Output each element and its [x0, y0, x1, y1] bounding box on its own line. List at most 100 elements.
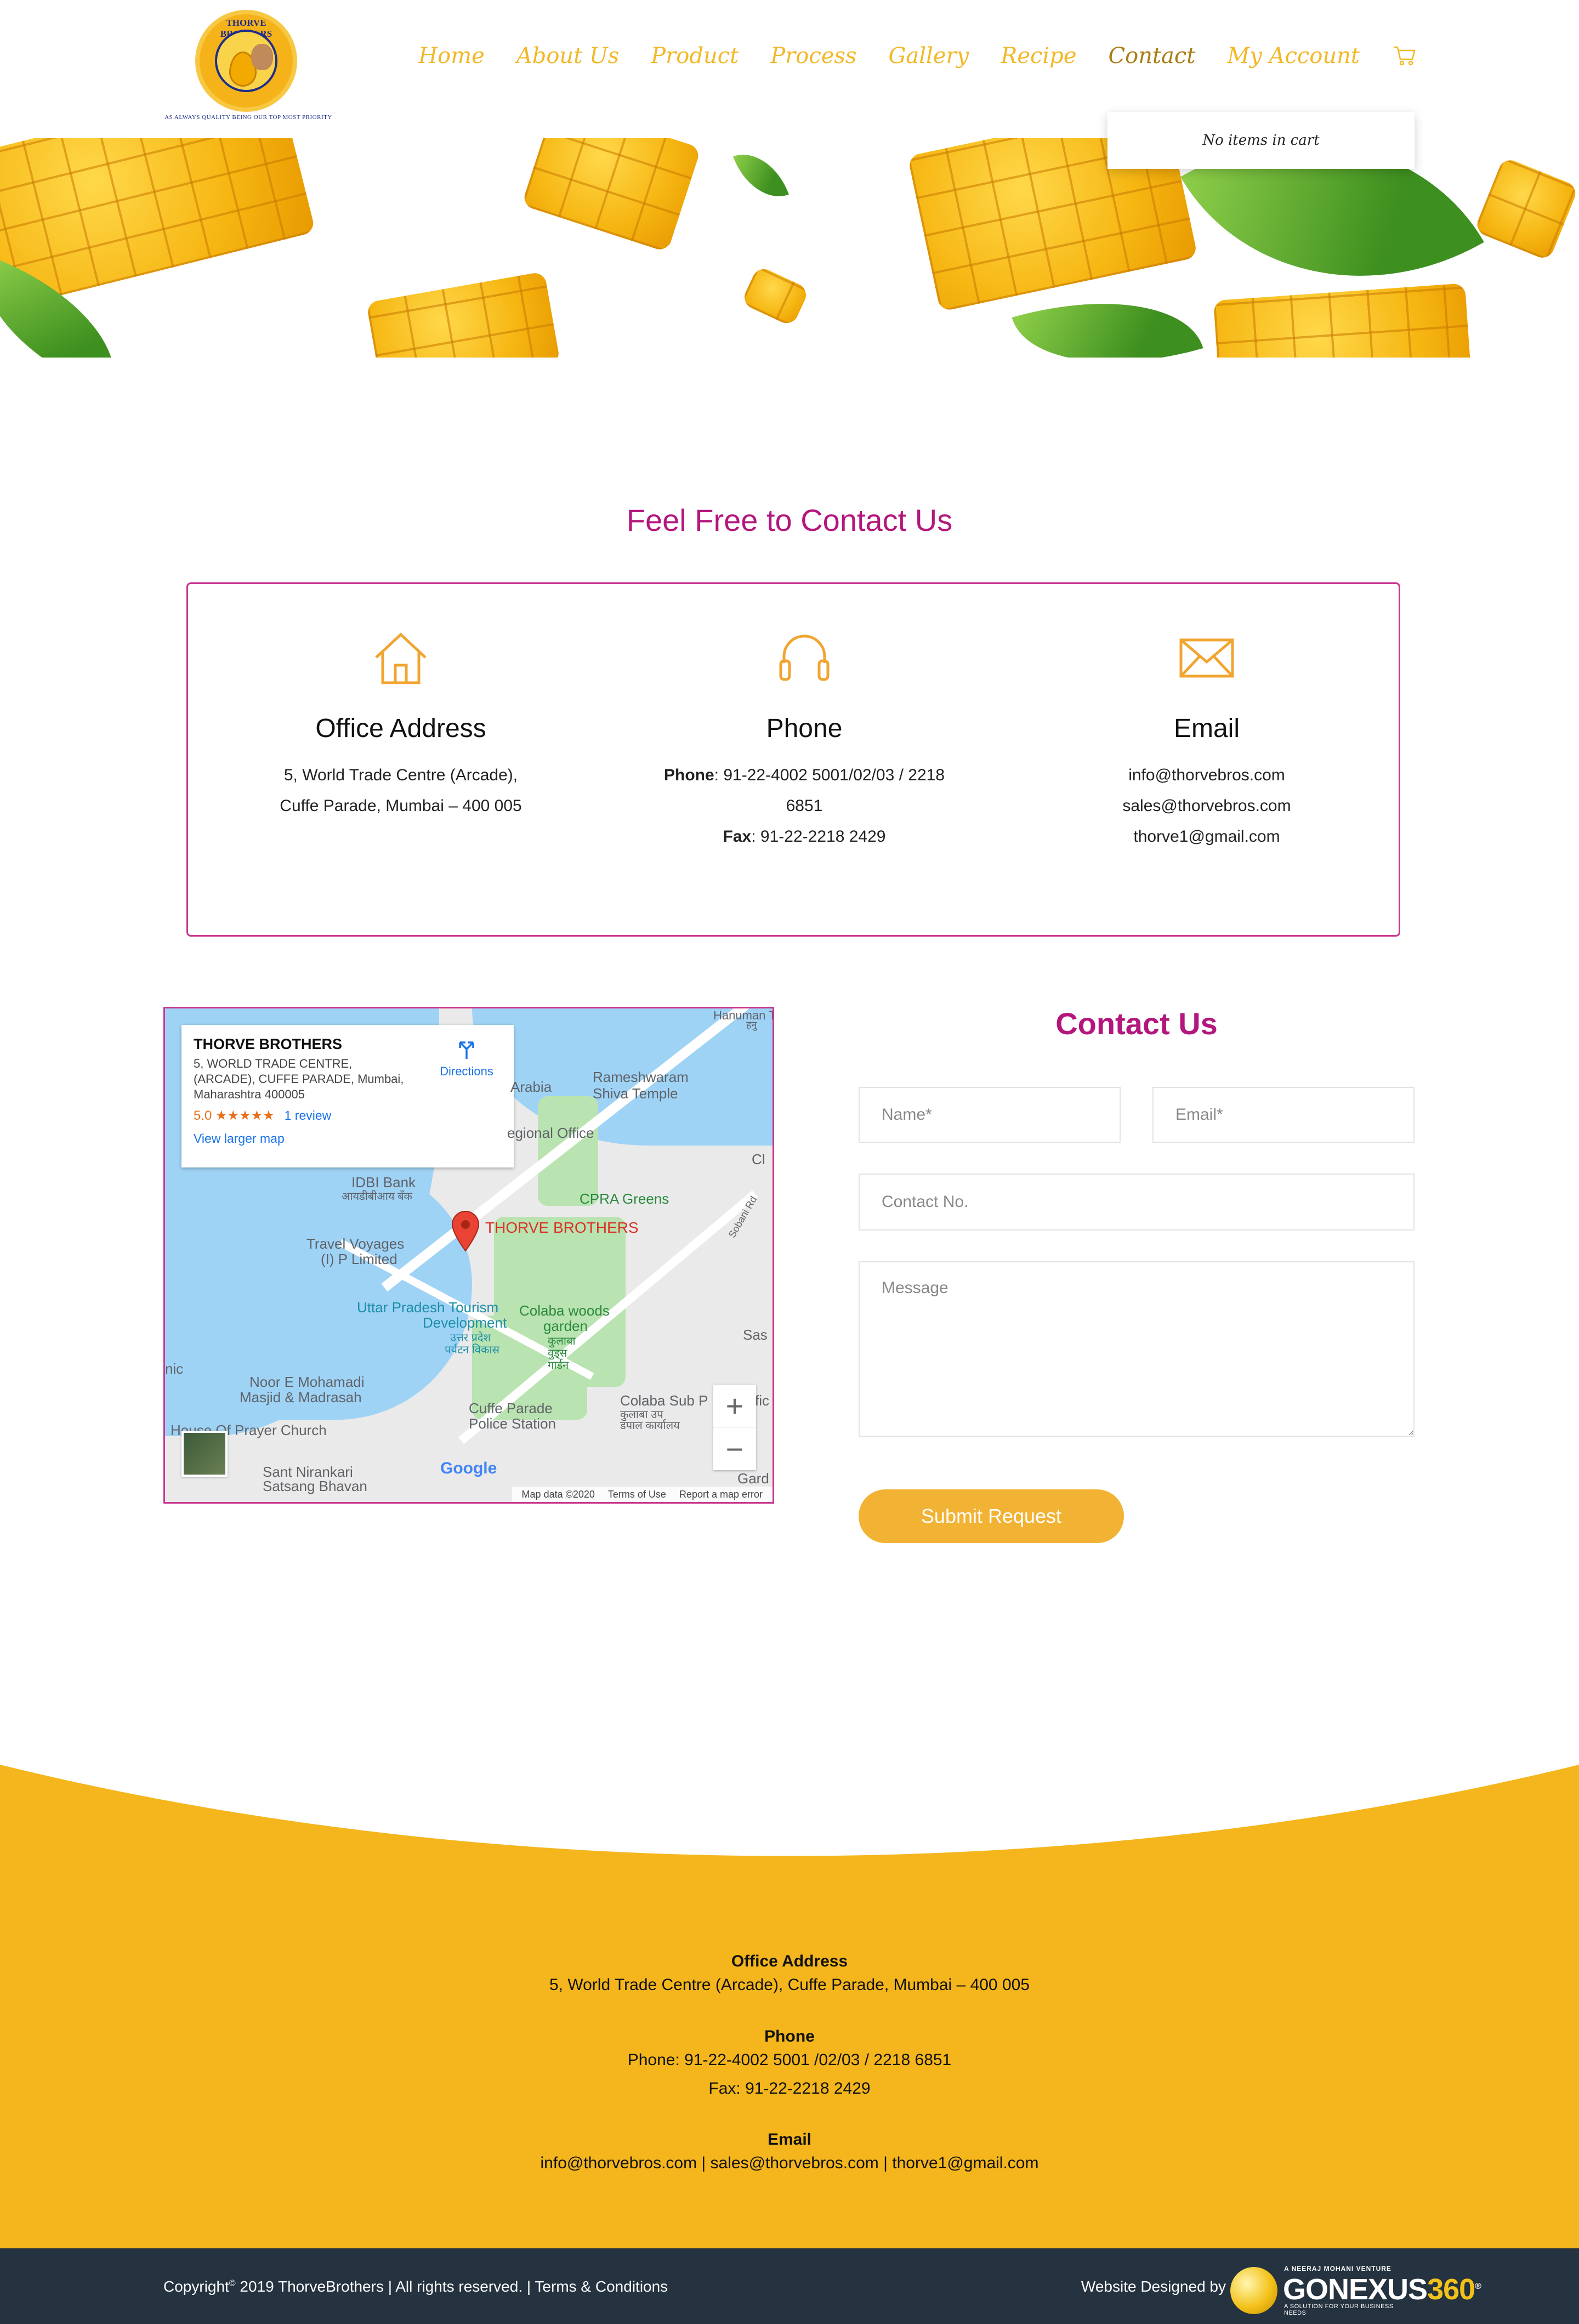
designed-by: Website Designed by A NEERAJ MOHANI VENT… [1081, 2261, 1481, 2316]
footer-email: Email info@thorvebros.com | sales@thorve… [0, 2130, 1579, 2178]
map-report-link[interactable]: Report a map error [679, 1489, 763, 1500]
nav-contact[interactable]: Contact [1109, 43, 1196, 69]
office-line: Cuffe Parade, Mumbai – 400 005 [280, 797, 522, 815]
map-data-text: Map data ©2020 [521, 1488, 595, 1500]
phone-line-cont: 6851 [786, 797, 823, 815]
map-pin-label: THORVE BROTHERS [485, 1219, 639, 1236]
hero-banner [0, 138, 1579, 358]
map-pin-icon[interactable] [450, 1209, 481, 1252]
directions-label: Directions [440, 1064, 493, 1078]
map-label: Uttar Pradesh Tourism [357, 1299, 499, 1316]
nav-product[interactable]: Product [651, 43, 739, 69]
map-label: Noor E Mohamadi [249, 1374, 365, 1390]
map-label: Shiva Temple [593, 1085, 678, 1102]
leaf-image [733, 143, 789, 208]
rating-stars: 5.0 ★★★★★ [194, 1108, 275, 1123]
gonexus-logo[interactable]: A NEERAJ MOHANI VENTURE GONEXUS360® A SO… [1230, 2261, 1481, 2316]
map-label: हनु [746, 1019, 757, 1030]
gonexus-word: GONEXUS360® [1283, 2272, 1481, 2306]
map-info-card: THORVE BROTHERS 5, WORLD TRADE CENTRE, (… [181, 1025, 514, 1167]
map-card-address: 5, WORLD TRADE CENTRE, (ARCADE), CUFFE P… [194, 1057, 404, 1101]
copyright-pre: Copyright [163, 2278, 229, 2295]
phone-column: Phone Phone: 91-22-4002 5001/02/03 / 221… [634, 628, 974, 852]
footer-office-line: 5, World Trade Centre (Arcade), Cuffe Pa… [549, 1976, 1030, 1994]
office-line: 5, World Trade Centre (Arcade), [283, 766, 518, 784]
map-label: Colaba woods [519, 1302, 610, 1319]
farmer-icon [251, 44, 273, 70]
directions-icon [459, 1041, 474, 1059]
cart-icon[interactable] [1393, 45, 1417, 67]
email-line[interactable]: info@thorvebros.com [1037, 760, 1377, 791]
map-label: Satsang Bhavan [263, 1478, 367, 1494]
email-line[interactable]: sales@thorvebros.com [1037, 791, 1377, 821]
nav-recipe[interactable]: Recipe [1001, 43, 1076, 69]
gonexus-ball-icon [1230, 2267, 1277, 2314]
map-label: Police Station [469, 1415, 556, 1432]
logo-badge-inner [215, 30, 277, 92]
gonexus-sub: A SOLUTION FOR YOUR BUSINESS NEEDS [1284, 2303, 1394, 2316]
cart-dropdown: No items in cart [1107, 112, 1415, 169]
site-header: THORVE BROTHERS AS ALWAYS QUALITY BEING … [0, 0, 1579, 169]
fax-value: : 91-22-2218 2429 [751, 827, 886, 846]
mango-image [740, 265, 810, 327]
email-column: Email info@thorvebros.com sales@thorvebr… [1037, 628, 1377, 852]
map-label: Cuffe Parade [469, 1400, 553, 1416]
google-map[interactable]: THORVE BROTHERS 5, WORLD TRADE CENTRE, (… [163, 1007, 774, 1504]
form-title: Contact Us [1055, 1006, 1218, 1041]
nav-my-account[interactable]: My Account [1227, 43, 1360, 69]
section-title: Feel Free to Contact Us [626, 503, 953, 537]
footer-office: Office Address 5, World Trade Centre (Ar… [0, 1952, 1579, 1999]
map-zoom-control: + − [713, 1385, 756, 1470]
copyright-text: Copyright© 2019 ThorveBrothers | All rig… [163, 2278, 668, 2295]
contact-info-box: Office Address 5, World Trade Centre (Ar… [186, 582, 1400, 937]
nav-about-us[interactable]: About Us [516, 43, 619, 69]
map-label: डपाल कार्यालय [620, 1420, 680, 1432]
footer-email-heading: Email [767, 2130, 812, 2149]
map-label: आयडीबीआय बँक [342, 1191, 412, 1203]
name-input[interactable] [859, 1087, 1121, 1143]
map-label: Development [423, 1314, 507, 1331]
gonexus-word-a: GONEXUS [1283, 2273, 1428, 2306]
gonexus-reg: ® [1475, 2282, 1481, 2291]
brand-logo[interactable]: THORVE BROTHERS AS ALWAYS QUALITY BEING … [163, 10, 333, 125]
gonexus-top: A NEERAJ MOHANI VENTURE [1284, 2265, 1391, 2272]
map-label: Gard [737, 1470, 769, 1487]
zoom-out-button[interactable]: − [713, 1427, 756, 1470]
map-terms-link[interactable]: Terms of Use [608, 1489, 666, 1500]
view-larger-map-link[interactable]: View larger map [194, 1131, 285, 1146]
phone-heading: Phone [766, 714, 843, 743]
directions-button[interactable]: Directions [434, 1037, 499, 1079]
house-icon [375, 632, 427, 684]
logo-badge: THORVE BROTHERS [195, 10, 297, 112]
map-label: Masjid & Madrasah [240, 1389, 362, 1405]
map-card-rating: 5.0 ★★★★★ 1 review [194, 1108, 502, 1124]
message-textarea[interactable] [859, 1261, 1415, 1437]
nav-gallery[interactable]: Gallery [888, 43, 969, 69]
email-heading: Email [1173, 714, 1240, 743]
map-label: (I) P Limited [321, 1251, 397, 1267]
nav-home[interactable]: Home [418, 43, 485, 69]
email-input[interactable] [1152, 1087, 1415, 1143]
phone-line: Phone: 91-22-4002 5001/02/03 / 2218 [634, 760, 974, 791]
zoom-in-button[interactable]: + [713, 1385, 756, 1427]
footer-email-line[interactable]: info@thorvebros.com | sales@thorvebros.c… [0, 2149, 1579, 2178]
footer-office-heading: Office Address [731, 1952, 848, 1970]
review-link[interactable]: 1 review [285, 1108, 332, 1123]
contact-number-input[interactable] [859, 1174, 1415, 1231]
map-label: पर्यटन विकास [445, 1344, 500, 1356]
envelope-icon [1179, 638, 1234, 678]
mango-image [1474, 156, 1579, 262]
phone-lines: Phone: 91-22-4002 5001/02/03 / 2218 6851… [634, 760, 974, 852]
email-line[interactable]: thorve1@gmail.com [1037, 821, 1377, 852]
satellite-toggle[interactable] [181, 1431, 228, 1477]
nav-process[interactable]: Process [770, 43, 856, 69]
map-label: nic [165, 1361, 184, 1377]
footer-wave [0, 1733, 1579, 1856]
phone-value: : 91-22-4002 5001/02/03 / 2218 [714, 766, 945, 784]
gonexus-word-b: 360 [1427, 2273, 1475, 2306]
headphones-icon [779, 634, 830, 681]
map-label: Rameshwaram [593, 1069, 689, 1085]
terms-conditions-link[interactable]: Terms & Conditions [535, 2278, 668, 2295]
mango-image [521, 138, 702, 253]
submit-request-button[interactable]: Submit Request [859, 1489, 1124, 1543]
